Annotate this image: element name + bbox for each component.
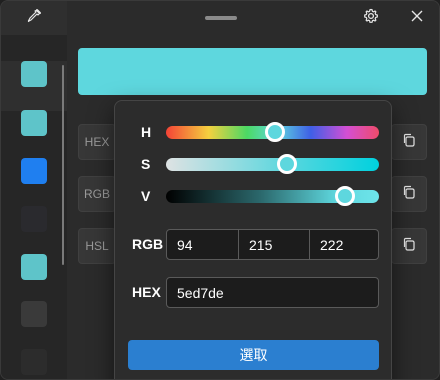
hex-input[interactable]: 5ed7de — [166, 277, 379, 308]
red-input[interactable]: 94 — [167, 230, 238, 259]
format-label: HEX — [78, 124, 116, 160]
settings-button[interactable] — [356, 3, 386, 33]
green-input[interactable]: 215 — [239, 230, 309, 259]
color-picker-window: HEX RGB HSL H S V RGB 94 215 222 HEX 5ed… — [0, 0, 440, 380]
hex-label: HEX — [132, 284, 161, 300]
drag-handle[interactable] — [205, 16, 237, 20]
eyedropper-icon — [26, 8, 42, 29]
saturation-slider-thumb[interactable] — [277, 154, 298, 174]
history-swatch[interactable] — [21, 301, 47, 327]
value-slider-thumb[interactable] — [334, 186, 355, 206]
copy-button[interactable] — [391, 228, 427, 264]
rgb-label: RGB — [132, 236, 164, 252]
format-label: RGB — [78, 176, 116, 212]
format-label: HSL — [78, 228, 116, 264]
history-swatch[interactable] — [21, 206, 47, 232]
color-editor-flyout: H S V RGB 94 215 222 HEX 5ed7de 選取 — [114, 100, 392, 379]
history-swatch[interactable] — [21, 254, 47, 280]
gear-icon — [363, 8, 379, 29]
history-swatch[interactable] — [21, 61, 47, 87]
copy-button[interactable] — [391, 176, 427, 212]
saturation-label: S — [141, 156, 151, 172]
eyedropper-button[interactable] — [1, 1, 67, 35]
copy-icon — [402, 237, 416, 256]
color-history-panel — [1, 35, 67, 379]
blue-input[interactable]: 222 — [310, 230, 378, 259]
copy-icon — [402, 185, 416, 204]
hue-label: H — [141, 124, 152, 140]
history-swatch[interactable] — [21, 158, 47, 184]
close-icon — [411, 9, 423, 27]
rgb-input-group: 94 215 222 — [166, 229, 379, 260]
copy-button[interactable] — [391, 124, 427, 160]
history-scrollbar[interactable] — [62, 65, 64, 265]
history-swatch[interactable] — [21, 349, 47, 375]
close-button[interactable] — [402, 3, 432, 33]
saturation-slider[interactable] — [166, 158, 379, 171]
history-swatch[interactable] — [21, 110, 47, 136]
value-label: V — [141, 188, 151, 204]
title-bar[interactable] — [1, 1, 439, 35]
color-preview[interactable] — [78, 48, 427, 95]
copy-icon — [402, 133, 416, 152]
select-button[interactable]: 選取 — [128, 340, 379, 370]
hue-slider-thumb[interactable] — [264, 122, 285, 142]
